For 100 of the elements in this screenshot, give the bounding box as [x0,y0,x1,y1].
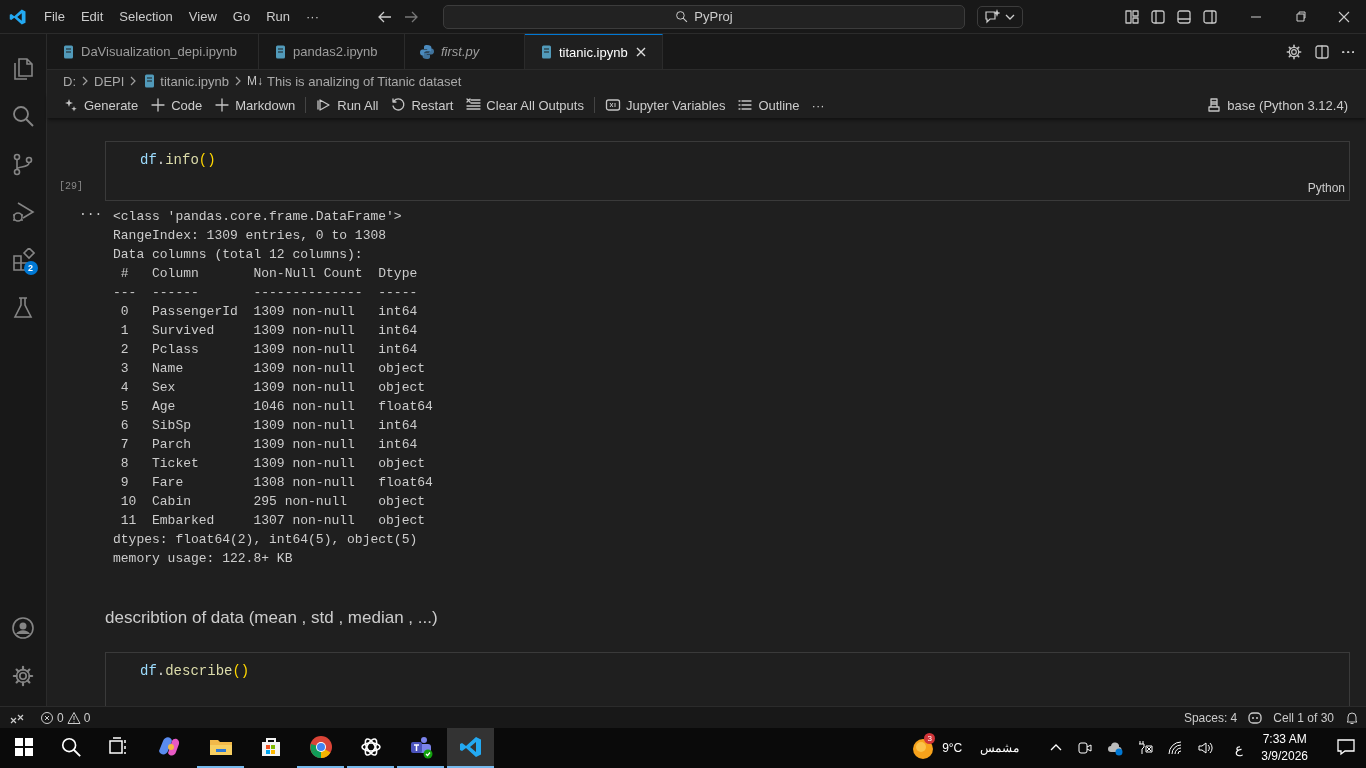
output-line: 6 SibSp 1309 non-null int64 [119,417,419,436]
temperature: 9°C [942,741,963,755]
plus-icon [150,97,167,114]
chevron-icon [233,75,243,88]
search-icon [11,104,35,129]
taskbar-app[interactable] [447,728,494,768]
editor-tab[interactable]: titanic.ipynb [525,34,663,70]
code-line: df.info() [140,151,216,171]
files-icon [11,55,35,82]
camera-icon [1077,740,1094,756]
output-line: 3 Name 1309 non-null object [119,360,427,379]
volume-icon [1197,740,1214,756]
cloud-icon [1107,740,1124,756]
breadcrumb-item[interactable]: D: [63,73,76,89]
chevron-icon [80,75,90,88]
indentation-status[interactable]: Spaces: 4 [1183,710,1238,725]
more-button[interactable]: ··· [805,94,831,117]
restore-icon [1294,10,1306,23]
code-cell[interactable]: df.describe() [105,652,1350,707]
toolbar-button[interactable]: Run All [310,94,385,117]
restart-icon [390,97,407,114]
markdown-text: describtion of data (mean , std , median , ...) [105,608,438,629]
close-icon [1338,10,1350,23]
more-icon [1341,50,1354,54]
menu-item[interactable]: View [180,5,225,28]
kernel-icon [1206,97,1223,114]
bell-icon [1344,709,1360,726]
command-center[interactable]: PyProj [443,4,965,29]
output-line: dtypes: float64(2), int64(5), object(5) [113,531,418,550]
toolbar-button[interactable]: Restart [384,94,460,117]
editor-tab[interactable]: DaVisualization_depi.ipynb [47,34,259,70]
output-line: --- ------ -------------- ----- [113,284,419,303]
markdown-icon: M↓ [247,74,263,89]
menu-item[interactable]: Run [258,5,298,28]
windows-logo-icon [13,737,34,757]
cell-position-status[interactable]: Cell 1 of 30 [1273,710,1334,725]
output-line: 1 Survived 1309 non-null int64 [119,322,419,341]
chat-icon [984,8,1000,25]
clock[interactable]: 7:33 AM 3/9/2026 [1261,731,1308,765]
toolbar-button[interactable]: Jupyter Variables [598,94,732,117]
panel-toggle-icon [1176,8,1192,25]
search-icon [59,736,82,758]
sun-icon [912,737,935,759]
variables-icon [604,97,621,114]
split-editor-icon [1313,43,1330,60]
notification-badge: 3 [924,733,936,744]
menu-item[interactable]: Go [224,5,259,28]
kernel-picker[interactable]: base (Python 3.12.4) [1200,94,1354,117]
breadcrumb-item[interactable]: M↓ This is analizing of Titanic dataset [247,73,462,89]
copilot-icon [1247,709,1264,726]
cell-language[interactable]: Python [1307,181,1345,196]
run-debug-icon [11,200,35,225]
battery-icon [1137,740,1154,756]
error-icon [40,710,54,725]
notification-icon [1336,737,1356,757]
sidebar-toggle-icon [1150,8,1166,25]
output-line: 11 Embarked 1307 non-null object [119,512,427,531]
menu-item[interactable]: File [36,5,73,28]
plus-icon [214,97,231,114]
output-line: RangeIndex: 1309 entries, 0 to 1308 [113,227,387,246]
output-line: 5 Age 1046 non-null float64 [119,398,433,417]
output-line: 7 Parch 1309 non-null int64 [119,436,419,455]
browser-icon [308,735,333,759]
output-line: Data columns (total 12 columns): [113,246,363,265]
menu-item[interactable]: Selection [111,5,181,28]
notebook-icon [273,43,287,60]
toolbar-button[interactable]: Clear All Outputs [459,94,590,117]
code-cell[interactable]: df.info() Python [105,141,1350,202]
breadcrumb-item[interactable]: DEPI [94,73,125,89]
python-icon [419,43,435,60]
notebook-icon [142,73,157,90]
extensions-icon [11,248,35,273]
chat-button[interactable] [977,5,1023,28]
output-line: 0 PassengerId 1309 non-null int64 [119,303,419,322]
output-line: # Column Non-Null Count Dtype [119,265,419,284]
code-line: df.describe() [140,662,250,682]
breadcrumb-item[interactable]: titanic.ipynb [142,73,229,90]
flask-icon [11,296,35,321]
toolbar-button[interactable]: Generate [57,94,145,117]
code-editor-icon [458,735,483,759]
problems-status[interactable]: 0 0 [34,710,97,725]
menu-item[interactable]: Edit [72,5,112,28]
output-menu[interactable]: ··· [61,207,113,224]
input-language[interactable]: ع [1235,740,1244,756]
search-icon [675,10,689,24]
menu-item[interactable]: ··· [298,5,327,28]
output-line: 2 Pclass 1309 non-null int64 [119,341,419,360]
notebook-icon [61,43,75,60]
toolbar-button[interactable]: Markdown [208,94,302,117]
output-line: 8 Ticket 1309 non-null object [119,455,427,474]
branch-icon [11,152,35,177]
count-badge: 2 [23,261,38,276]
output-line: memory usage: 122.8+ KB [113,550,293,569]
toolbar-button[interactable]: Code [144,94,209,117]
output-line: 9 Fare 1308 non-null float64 [119,474,433,493]
people-icon [408,735,433,759]
wifi-icon [1167,740,1184,756]
secondary-sidebar-icon [1202,8,1218,25]
toolbar-button[interactable]: Outline [731,94,806,117]
editor-tab[interactable]: pandas2.ipynb [259,34,405,70]
